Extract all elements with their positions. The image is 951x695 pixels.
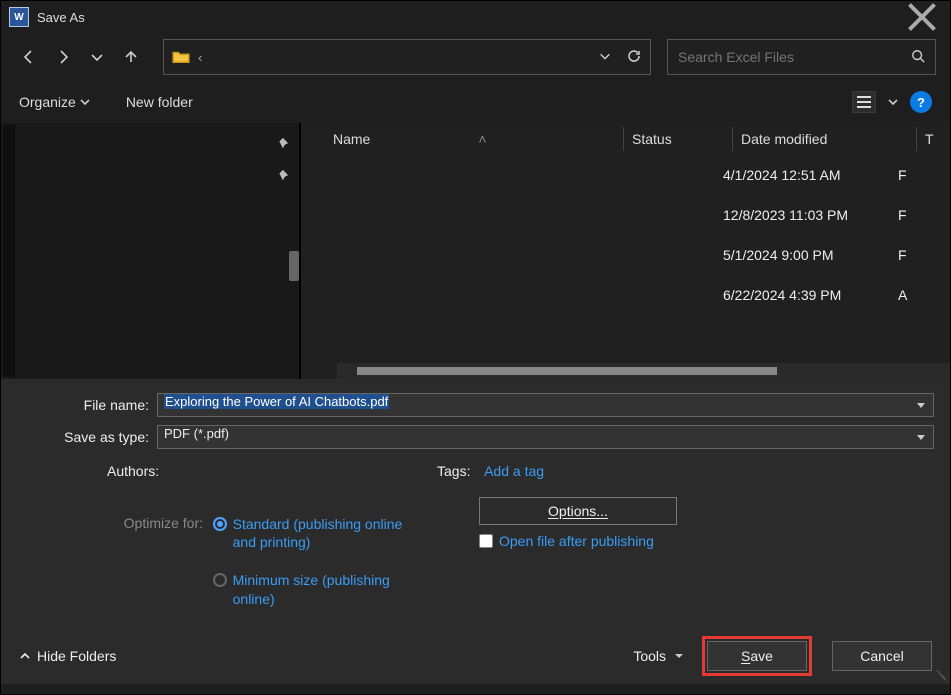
save-as-type-value: PDF (*.pdf)	[164, 426, 229, 441]
folder-tree-pane[interactable]	[1, 123, 301, 379]
organize-menu[interactable]: Organize	[19, 94, 90, 110]
address-bar[interactable]: ‹	[163, 39, 651, 75]
toolbar: Organize New folder ?	[1, 81, 950, 123]
file-pane-left-gutter	[301, 123, 319, 379]
open-file-after-checkbox[interactable]: Open file after publishing	[479, 533, 677, 549]
file-row[interactable]: 5/1/2024 9:00 PMF	[319, 235, 950, 275]
tree-splitter-handle[interactable]	[289, 251, 299, 281]
new-folder-button[interactable]: New folder	[126, 94, 193, 110]
tags-label: Tags:	[437, 463, 470, 479]
horizontal-scrollbar[interactable]	[337, 363, 950, 379]
file-row[interactable]: 12/8/2023 11:03 PMF	[319, 195, 950, 235]
search-icon	[911, 49, 925, 66]
file-row[interactable]: 4/1/2024 12:51 AMF	[319, 155, 950, 195]
chevron-up-icon	[19, 650, 31, 662]
file-date: 5/1/2024 9:00 PM	[723, 247, 898, 263]
optimize-for-label: Optimize for:	[103, 515, 203, 531]
app-word-icon: W	[9, 7, 29, 27]
organize-label: Organize	[19, 94, 76, 110]
bottom-bar: Hide Folders Tools Save Cancel	[1, 628, 950, 684]
cancel-button[interactable]: Cancel	[832, 641, 932, 671]
address-dropdown-icon[interactable]	[598, 49, 612, 66]
column-name[interactable]: Name	[333, 131, 370, 147]
checkbox-icon	[479, 534, 493, 548]
save-button-highlight: Save	[702, 636, 812, 676]
refresh-button[interactable]	[626, 48, 642, 67]
back-button[interactable]	[15, 43, 43, 71]
titlebar: W Save As	[1, 1, 950, 33]
radio-icon	[213, 517, 227, 531]
tree-scrollbar[interactable]	[1, 123, 17, 379]
pin-icon	[275, 169, 289, 183]
up-button[interactable]	[117, 43, 145, 71]
save-button[interactable]: Save	[707, 641, 807, 671]
optimize-standard-label: Standard (publishing online and printing…	[233, 515, 403, 551]
scrollbar-thumb[interactable]	[357, 367, 777, 375]
close-button[interactable]	[902, 3, 942, 31]
search-box[interactable]	[667, 39, 936, 75]
file-list-pane: Name ˄ Status Date modified T 4/1/2024 12…	[301, 123, 950, 379]
file-name-label: File name:	[17, 397, 157, 413]
file-date: 6/22/2024 4:39 PM	[723, 287, 898, 303]
file-name-value: Exploring the Power of AI Chatbots.pdf	[164, 394, 389, 409]
save-as-type-select[interactable]: PDF (*.pdf)	[157, 425, 934, 449]
help-button[interactable]: ?	[910, 91, 932, 113]
open-file-after-label: Open file after publishing	[499, 533, 654, 549]
save-options-panel: File name: Exploring the Power of AI Cha…	[1, 379, 950, 684]
search-input[interactable]	[678, 49, 911, 65]
folder-icon	[172, 50, 190, 64]
file-rows: 4/1/2024 12:51 AMF 12/8/2023 11:03 PMF 5…	[319, 155, 950, 315]
recent-locations-dropdown[interactable]	[83, 43, 111, 71]
column-type[interactable]: T	[925, 131, 945, 147]
column-headers[interactable]: Name ˄ Status Date modified T	[319, 123, 950, 155]
tools-menu[interactable]: Tools	[633, 648, 684, 664]
view-dropdown-icon[interactable]	[888, 95, 898, 110]
resize-grip[interactable]	[935, 669, 947, 681]
options-button[interactable]: Options...	[479, 497, 677, 525]
tools-label: Tools	[633, 648, 666, 664]
authors-label[interactable]: Authors:	[107, 463, 437, 479]
address-path: ‹	[198, 50, 598, 65]
sort-indicator-icon: ˄	[478, 131, 486, 147]
explorer-body: Name ˄ Status Date modified T 4/1/2024 12…	[1, 123, 950, 379]
radio-icon	[213, 573, 227, 587]
optimize-minimum-label: Minimum size (publishing online)	[233, 571, 403, 607]
save-as-type-label: Save as type:	[17, 429, 157, 445]
forward-button[interactable]	[49, 43, 77, 71]
pinned-item-2[interactable]	[275, 169, 289, 183]
pin-icon	[275, 137, 289, 151]
add-tag-link[interactable]: Add a tag	[484, 463, 544, 479]
pinned-item-1[interactable]	[275, 137, 289, 151]
file-row[interactable]: 6/22/2024 4:39 PMA	[319, 275, 950, 315]
column-date-modified[interactable]: Date modified	[741, 131, 916, 147]
hide-folders-toggle[interactable]: Hide Folders	[19, 648, 116, 664]
optimize-minimum-radio[interactable]: Minimum size (publishing online)	[213, 571, 403, 607]
view-mode-button[interactable]	[852, 91, 876, 113]
file-date: 12/8/2023 11:03 PM	[723, 207, 898, 223]
chevron-down-icon	[674, 651, 684, 661]
window-title: Save As	[37, 10, 85, 25]
navigation-row: ‹	[1, 33, 950, 81]
column-status[interactable]: Status	[632, 131, 732, 147]
file-name-input[interactable]: Exploring the Power of AI Chatbots.pdf	[157, 393, 934, 417]
optimize-standard-radio[interactable]: Standard (publishing online and printing…	[213, 515, 403, 551]
file-date: 4/1/2024 12:51 AM	[723, 167, 898, 183]
hide-folders-label: Hide Folders	[37, 648, 116, 664]
